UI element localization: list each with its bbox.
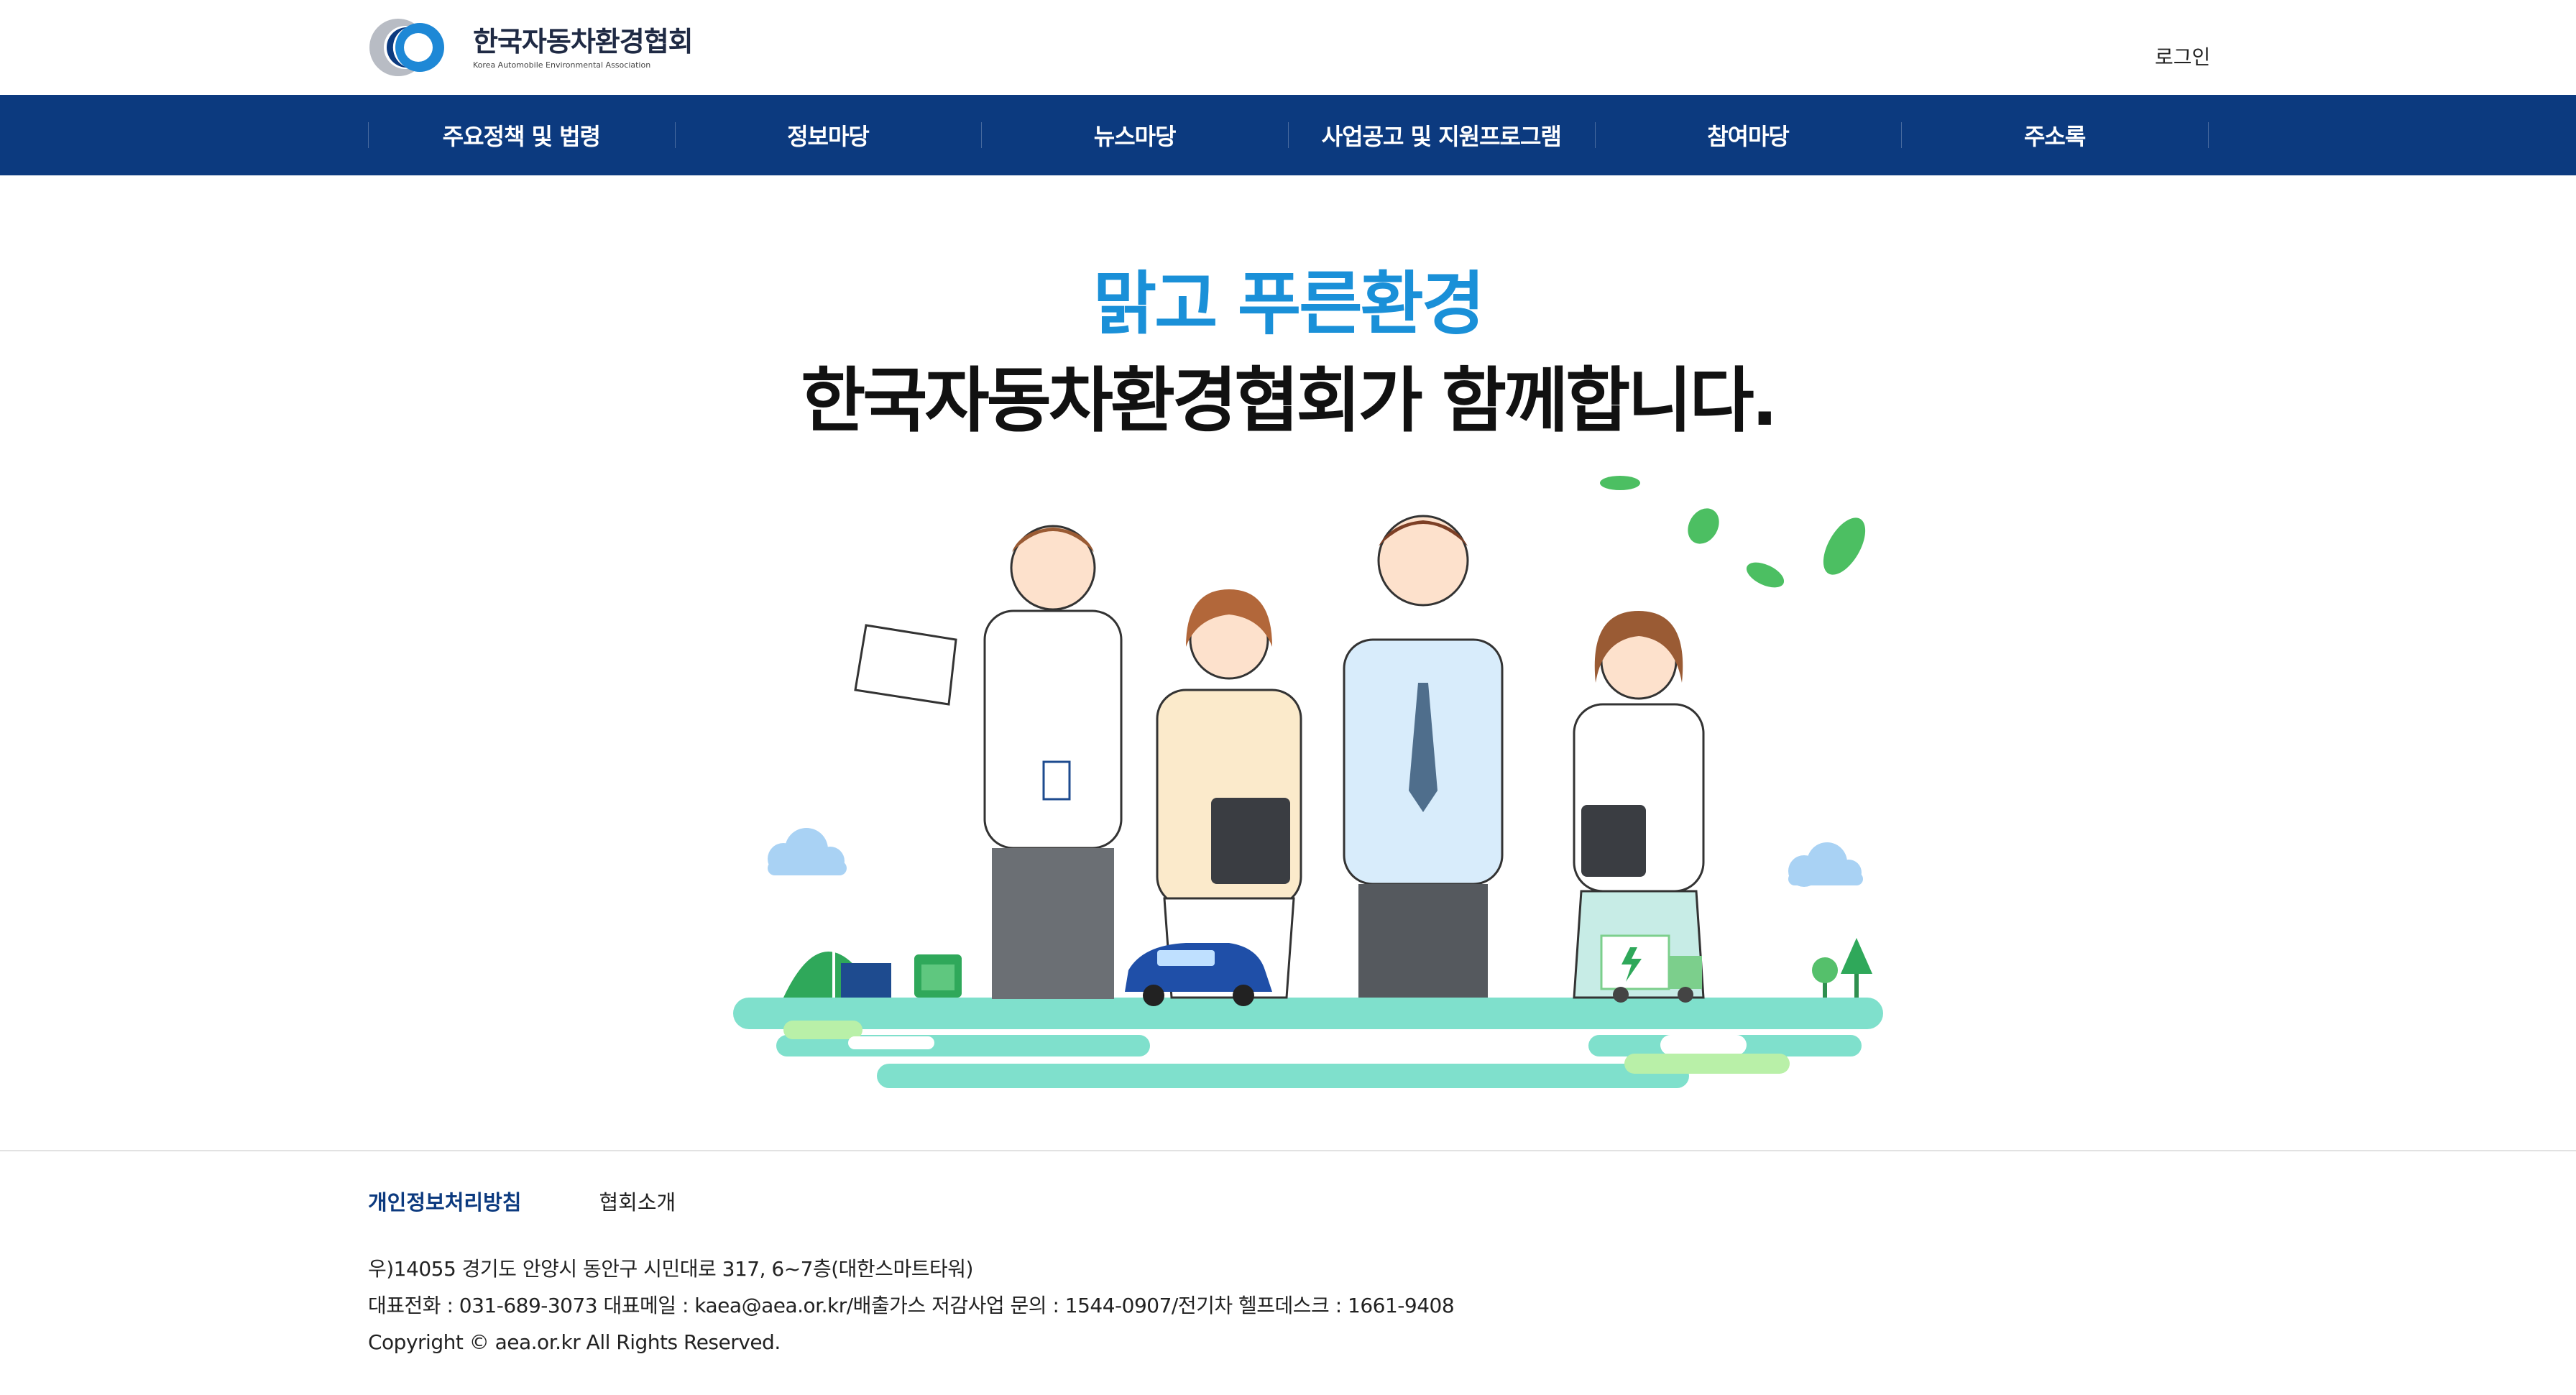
ground-shape [733,998,1883,1088]
footer-links: 개인정보처리방침 협회소개 [368,1186,753,1216]
footer-info: 우)14055 경기도 안양시 동안구 시민대로 317, 6~7층(대한스마트… [368,1251,1455,1361]
main-nav: 주요정책 및 법령 정보마당 뉴스마당 사업공고 및 지원프로그램 참여마당 주… [0,95,2576,175]
logo-title: 한국자동차환경협회 [473,25,694,57]
site-header: 한국자동차환경협회 Korea Automobile Environmental… [0,0,2576,95]
logo-subtitle: Korea Automobile Environmental Associati… [473,60,651,70]
hero-illustration [733,476,1883,1088]
nav-item-programs[interactable]: 사업공고 및 지원프로그램 [1287,95,1595,175]
person-man-glasses [1343,515,1504,998]
nav-item-policy[interactable]: 주요정책 및 법령 [368,95,675,175]
login-link[interactable]: 로그인 [2155,42,2210,70]
hill-windmill-icon [783,886,962,998]
site-logo[interactable]: 한국자동차환경협회 Korea Automobile Environmental… [367,13,694,82]
nav-item-news[interactable]: 뉴스마당 [981,95,1288,175]
nav-item-participation[interactable]: 참여마당 [1594,95,1902,175]
hero-subtitle: 맑고 푸른환경 [1092,264,1485,344]
nav-divider [2208,122,2209,148]
footer-address: 우)14055 경기도 안양시 동안구 시민대로 317, 6~7층(대한스마트… [368,1257,973,1281]
cloud-left [768,828,847,875]
trees-icon [1812,938,1872,998]
leaves-icon [1600,476,1866,588]
footer-divider [0,1150,2576,1151]
nav-item-directory[interactable]: 주소록 [1901,95,2208,175]
footer-copyright: Copyright © aea.or.kr All Rights Reserve… [368,1330,781,1354]
hero-title: 한국자동차환경협회가 함께합니다. [801,360,1778,442]
person-man-left [854,525,1123,999]
person-woman-center [1156,589,1302,999]
footer-contact: 대표전화 : 031-689-3073 대표메일 : kaea@aea.or.k… [368,1294,1455,1317]
logo-mark-icon [369,19,444,76]
privacy-policy-link[interactable]: 개인정보처리방침 [368,1186,521,1216]
cloud-right [1788,842,1863,887]
nav-item-info[interactable]: 정보마당 [674,95,982,175]
about-link[interactable]: 협회소개 [599,1186,676,1216]
